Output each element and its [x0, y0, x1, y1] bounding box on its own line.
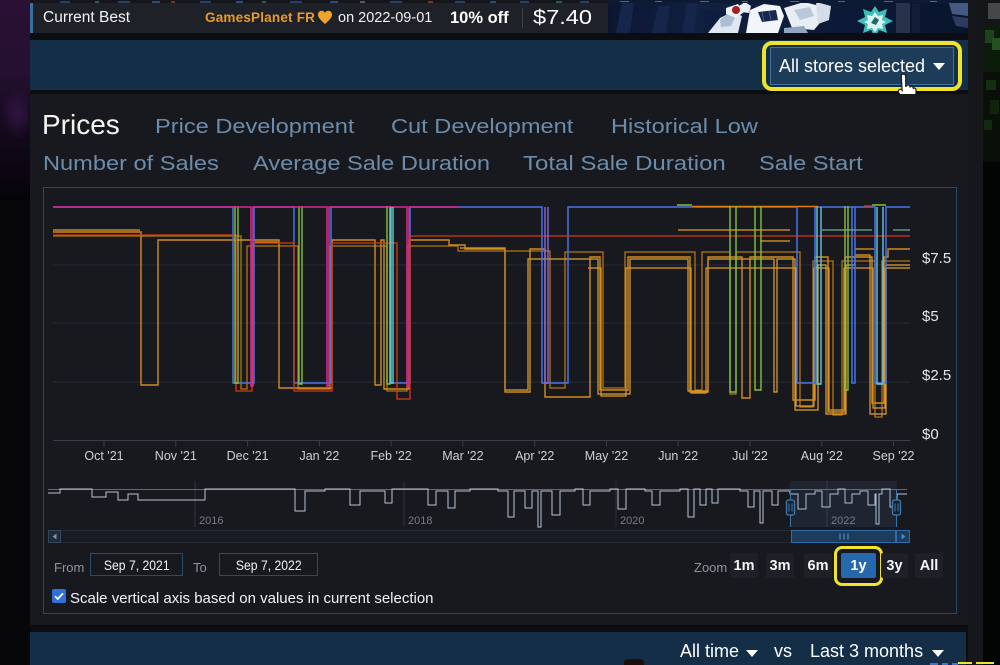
svg-text:$5: $5	[922, 308, 939, 325]
svg-text:Feb '22: Feb '22	[370, 449, 411, 463]
svg-text:$0: $0	[922, 426, 939, 443]
svg-text:2016: 2016	[199, 515, 223, 527]
svg-text:$7.5: $7.5	[922, 250, 951, 267]
svg-text:Jan '22: Jan '22	[299, 449, 339, 463]
svg-text:Nov '21: Nov '21	[155, 449, 197, 463]
svg-text:Apr '22: Apr '22	[515, 449, 554, 463]
svg-text:2018: 2018	[408, 515, 432, 527]
svg-text:Oct '21: Oct '21	[84, 449, 123, 463]
svg-text:Dec '21: Dec '21	[227, 449, 269, 463]
svg-text:Aug '22: Aug '22	[801, 449, 843, 463]
svg-text:2020: 2020	[620, 515, 644, 527]
svg-text:Mar '22: Mar '22	[442, 449, 483, 463]
svg-text:Jun '22: Jun '22	[658, 449, 698, 463]
svg-text:May '22: May '22	[585, 449, 628, 463]
svg-text:$2.5: $2.5	[922, 367, 951, 384]
svg-text:Sep '22: Sep '22	[872, 449, 914, 463]
svg-text:Jul '22: Jul '22	[732, 449, 768, 463]
